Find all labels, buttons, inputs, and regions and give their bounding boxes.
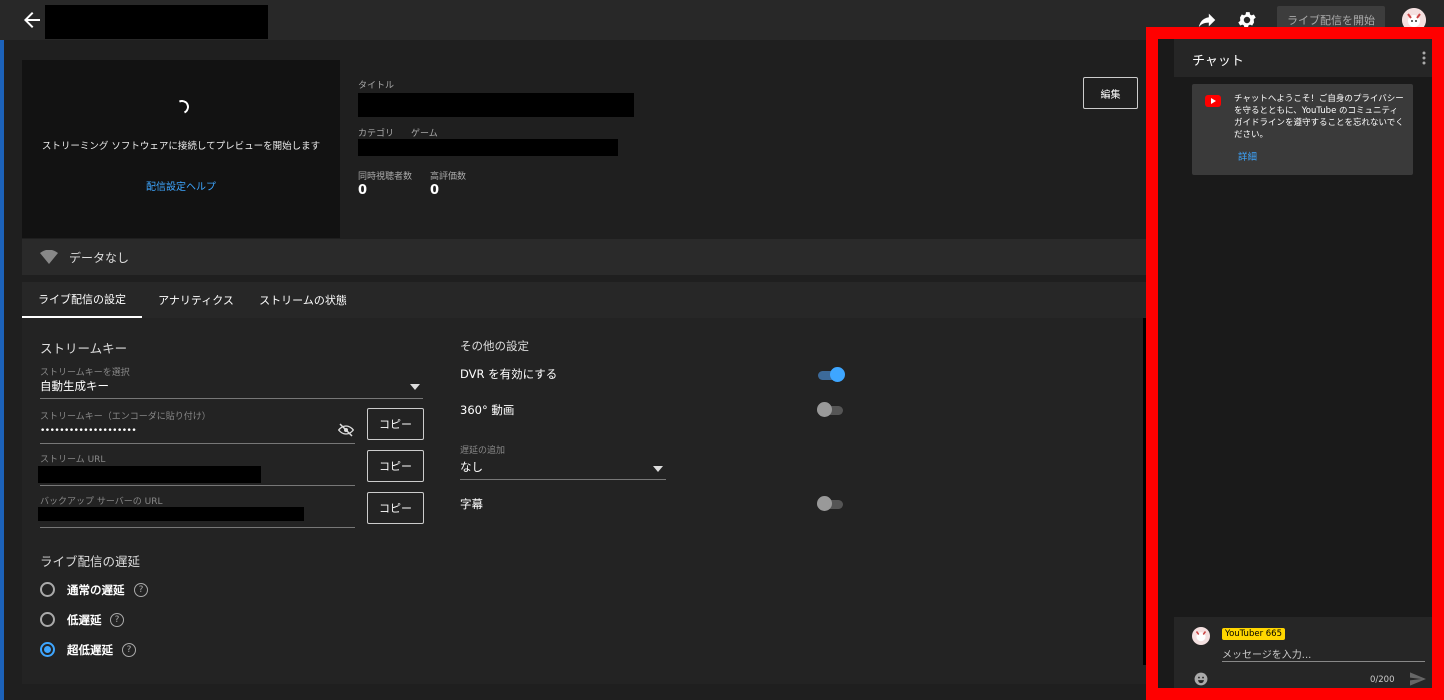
avatar [1192,627,1210,645]
concurrent-viewers-label: 同時視聴者数 [358,172,413,182]
stream-key-select[interactable]: 自動生成キー [40,378,109,394]
stream-key-underline [40,443,355,444]
message-underline [1222,661,1425,662]
signal-icon [40,250,58,264]
select-underline [40,398,423,399]
welcome-text: チャットへようこそ！ご自身のプライバシーを守るとともに、YouTube のコミュ… [1234,94,1404,140]
help-icon[interactable]: ? [122,643,136,657]
tab-stream-health[interactable]: ストリームの状態 [254,282,352,318]
eye-off-icon[interactable] [338,423,354,437]
back-arrow-icon[interactable] [20,8,44,32]
captions-label: 字幕 [460,497,483,511]
redacted-backup-url[interactable] [38,507,304,521]
stream-url-underline [40,485,355,486]
tab-analytics[interactable]: アナリティクス [146,282,246,318]
radio-low-latency[interactable] [40,612,55,627]
stream-key-section-title: ストリームキー [40,341,128,356]
chevron-down-icon[interactable] [410,384,420,390]
chat-welcome-message: チャットへようこそ！ご自身のプライバシーを守るとともに、YouTube のコミュ… [1192,84,1413,175]
360-video-toggle[interactable] [817,402,845,418]
delay-underline [460,479,666,480]
stream-url-label: ストリーム URL [40,455,106,465]
dvr-label: DVR を有効にする [460,367,558,381]
backup-url-underline [40,527,355,528]
radio-normal-latency[interactable] [40,582,55,597]
username-badge: YouTuber 665 [1222,628,1285,640]
likes-label: 高評価数 [430,172,467,182]
redacted-stream-title [45,5,268,39]
low-latency-label[interactable]: 低遅延 [67,612,102,628]
help-icon[interactable]: ? [110,613,124,627]
stream-settings-help-link[interactable]: 配信設定ヘルプ [22,178,340,193]
stream-key-select-label: ストリームキーを選択 [40,368,130,378]
delay-select[interactable]: なし [460,459,483,475]
health-status-text: データなし [69,251,130,265]
360-video-label: 360° 動画 [460,403,515,417]
latency-section-title: ライブ配信の遅延 [40,554,141,569]
dvr-toggle[interactable] [818,367,846,383]
radio-ultra-low-latency[interactable] [40,642,55,657]
backup-url-label: バックアップ サーバーの URL [40,497,163,507]
settings-panel [22,318,1146,684]
emoji-icon[interactable] [1194,672,1208,686]
chat-input-area: YouTuber 665 メッセージを入力... 0/200 [1174,617,1432,688]
message-input[interactable]: メッセージを入力... [1222,646,1311,661]
page: ライブ配信を開始 ストリーミング ソフトウェアに接続してプレビューを開始します … [0,0,1444,700]
stream-key-field[interactable]: •••••••••••••••••••• [40,426,137,436]
title-label: タイトル [358,81,395,91]
settings-tabs: ライブ配信の設定 アナリティクス ストリームの状態 [22,282,1146,318]
left-accent-bar [0,40,4,700]
likes-value: 0 [430,183,440,198]
concurrent-viewers-value: 0 [358,183,368,198]
welcome-details-link[interactable]: 詳細 [1238,149,1257,163]
chat-title: チャット [1192,54,1244,69]
chat-panel: チャット チャットへようこそ！ご自身のプライバシーを守るとともに、YouTube… [1158,39,1432,688]
normal-latency-label[interactable]: 通常の遅延 [67,582,125,598]
captions-toggle[interactable] [817,496,845,512]
category-label: カテゴリ [358,129,395,139]
edit-button[interactable]: 編集 [1083,77,1138,109]
stream-key-label: ストリームキー（エンコーダに貼り付け） [40,412,211,422]
copy-stream-url-button[interactable]: コピー [367,450,424,482]
chat-header: チャット [1174,39,1432,77]
send-icon[interactable] [1410,672,1426,686]
ultra-low-latency-label[interactable]: 超低遅延 [67,642,113,658]
delay-label: 遅延の追加 [460,446,506,456]
help-icon[interactable]: ? [134,583,148,597]
more-vert-icon[interactable] [1422,51,1426,65]
copy-backup-url-button[interactable]: コピー [367,492,424,524]
stream-health-bar: データなし [22,239,1146,275]
redacted-title [358,93,634,117]
preview-message: ストリーミング ソフトウェアに接続してプレビューを開始します [41,141,321,152]
chevron-down-icon[interactable] [653,466,663,472]
redacted-category [358,139,618,156]
copy-stream-key-button[interactable]: コピー [367,408,424,440]
redacted-stream-url[interactable] [38,466,261,483]
char-counter: 0/200 [1370,675,1395,685]
game-label: ゲーム [411,129,438,139]
tab-live-settings[interactable]: ライブ配信の設定 [22,282,142,318]
other-settings-title: その他の設定 [460,339,529,353]
youtube-logo-icon [1205,95,1221,107]
